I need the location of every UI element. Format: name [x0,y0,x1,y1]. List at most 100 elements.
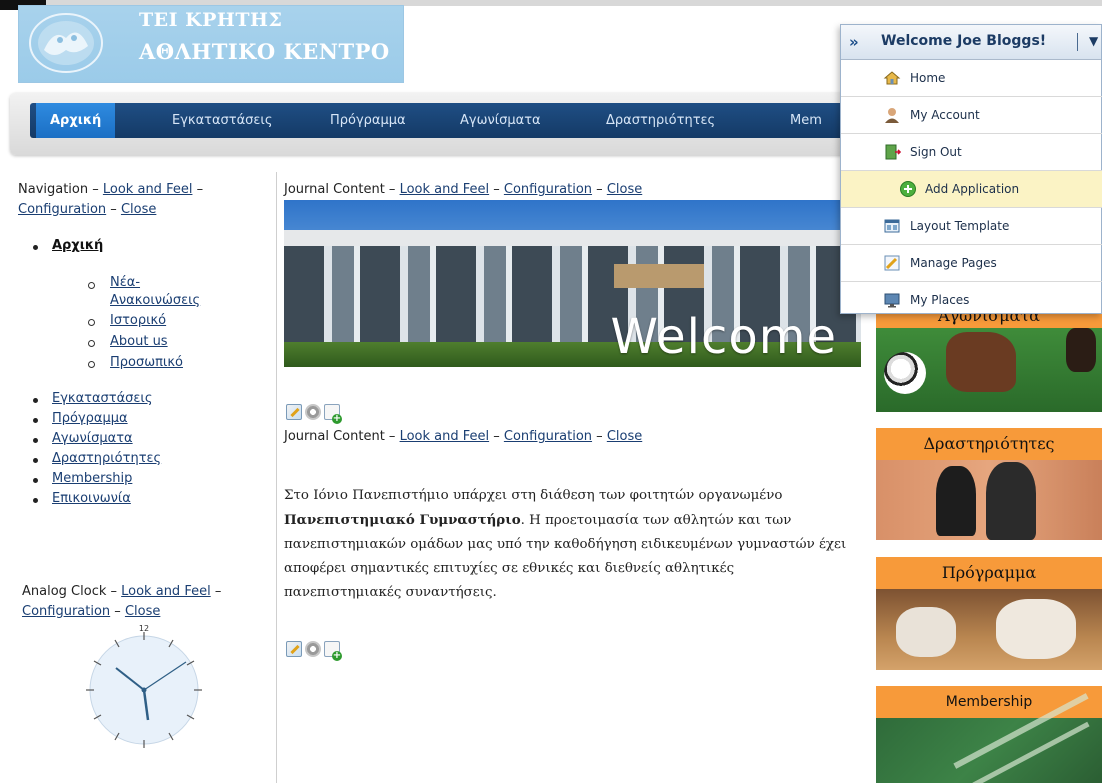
circle-bullet-icon [88,340,95,347]
portlet-name: Journal Content [284,182,385,197]
nav-item-facilities[interactable]: Εγκαταστάσεις [172,103,272,138]
dropdown-arrow-icon[interactable]: ▼ [1089,34,1098,48]
dock-item-home[interactable]: Home [841,60,1102,97]
building-wood-panel [614,264,704,288]
article-bold: Πανεπιστημιακό Γυμναστήριο [284,512,521,528]
building-roof [284,230,861,246]
pages-icon [884,255,900,271]
look-and-feel-link[interactable]: Look and Feel [400,429,490,444]
circle-bullet-icon [88,361,95,368]
portlet-2-toolbar [286,641,342,661]
nav-item-activities[interactable]: Δραστηριότητες [606,103,715,138]
close-link[interactable]: Close [607,429,642,444]
configuration-link[interactable]: Configuration [18,202,106,217]
gear-icon[interactable] [305,641,321,657]
nav-item-schedule[interactable]: Πρόγραμμα [330,103,406,138]
right-block-activities[interactable]: Δραστηριότητες [876,428,1102,540]
bullet-icon [33,478,38,483]
close-link[interactable]: Close [125,604,160,619]
bullet-icon [33,458,38,463]
portlet-name: Journal Content [284,429,385,444]
tree-item-membership[interactable]: Membership [52,471,132,486]
configuration-link[interactable]: Configuration [22,604,110,619]
portlet-1-toolbar [286,404,342,424]
home-icon [883,71,901,85]
journal-portlet-2-title: Journal Content – Look and Feel – Config… [284,429,643,444]
dock-header[interactable]: » Welcome Joe Bloggs! ▼ [841,25,1101,60]
tree-item-news-cont[interactable]: Ανακοινώσεις [110,293,200,308]
tree-item-contact[interactable]: Επικοινωνία [52,491,131,506]
dock-item-label: My Places [910,293,970,307]
close-link[interactable]: Close [607,182,642,197]
field-line-2 [972,721,1090,783]
add-page-icon[interactable] [324,641,342,661]
dock-item-label: Add Application [925,182,1020,196]
player-leg-2 [1066,328,1096,372]
look-and-feel-link[interactable]: Look and Feel [400,182,490,197]
right-block-membership[interactable]: Membership [876,686,1102,783]
analog-clock: 12 [86,624,202,748]
dock-separator [1077,33,1078,51]
dock-item-label: Layout Template [910,219,1010,233]
article-text: Στο Ιόνιο Πανεπιστήμιο υπάρχει στη διάθε… [284,484,849,605]
add-page-icon[interactable] [324,404,342,424]
dance-image [876,460,1102,540]
soccer-ball-icon [884,352,926,394]
dock-item-add-application[interactable]: Add Application [841,171,1102,208]
journal-portlet-1-title: Journal Content – Look and Feel – Config… [284,182,643,197]
main-nav-container: Αρχική Εγκαταστάσεις Πρόγραμμα Αγωνίσματ… [10,93,890,155]
dock-item-my-account[interactable]: My Account [841,97,1102,134]
bullet-icon [33,418,38,423]
tree-item-staff[interactable]: Προσωπικό [110,355,183,370]
tree-item-sports[interactable]: Αγωνίσματα [52,431,133,446]
page: ΤΕΙ ΚΡΗΤΗΣ ΑΘΛΗΤΙΚΟ ΚΕΝΤΡΟ Αρχική Εγκατα… [0,0,1102,783]
dock-item-my-places[interactable]: My Places [841,282,1102,319]
dock-welcome-text: Welcome Joe Bloggs! [881,33,1047,49]
bullet-icon [33,498,38,503]
tree-item-home[interactable]: Αρχική [52,238,103,253]
right-block-schedule[interactable]: Πρόγραμμα [876,557,1102,670]
configuration-link[interactable]: Configuration [504,182,592,197]
navigation-portlet: Navigation – Look and Feel – Configurati… [18,180,274,220]
tree-item-history[interactable]: Ιστορικό [110,313,166,328]
welcome-banner-image: Welcome [284,200,861,367]
gear-icon[interactable] [305,404,321,420]
site-logo[interactable]: ΤΕΙ ΚΡΗΤΗΣ ΑΘΛΗΤΙΚΟ ΚΕΝΤΡΟ [18,5,404,83]
nav-item-home[interactable]: Αρχική [36,103,116,138]
right-block-title: Δραστηριότητες [876,428,1102,460]
edit-icon[interactable] [286,641,302,657]
nav-item-sports[interactable]: Αγωνίσματα [460,103,541,138]
bullet-icon [33,398,38,403]
portlet-name: Analog Clock [22,584,107,599]
dock-item-label: My Account [910,108,980,122]
dancer-2 [986,462,1036,540]
tree-item-schedule[interactable]: Πρόγραμμα [52,411,128,426]
membership-image [876,693,1102,783]
bullet-icon [33,245,38,250]
player-leg [946,332,1016,392]
dock-item-layout-template[interactable]: Layout Template [841,208,1102,245]
monitor-icon [884,293,900,308]
dock-item-sign-out[interactable]: Sign Out [841,134,1102,171]
look-and-feel-link[interactable]: Look and Feel [103,182,193,197]
circle-bullet-icon [88,319,95,326]
navigation-portlet-title: Navigation – Look and Feel – Configurati… [18,182,204,217]
main-nav: Αρχική Εγκαταστάσεις Πρόγραμμα Αγωνίσματ… [30,103,880,138]
dock-item-label: Sign Out [910,145,962,159]
tree-item-news[interactable]: Νέα- [110,275,140,290]
tree-item-facilities[interactable]: Εγκαταστάσεις [52,391,152,406]
nav-item-membership[interactable]: Mem [790,103,822,138]
article-part-1: Στο Ιόνιο Πανεπιστήμιο υπάρχει στη διάθε… [284,488,783,503]
user-dock-menu: » Welcome Joe Bloggs! ▼ Home My Account … [840,24,1102,314]
edit-icon[interactable] [286,404,302,420]
configuration-link[interactable]: Configuration [504,429,592,444]
close-link[interactable]: Close [121,202,156,217]
tree-item-about[interactable]: About us [110,334,168,349]
double-chevron-icon[interactable]: » [849,33,859,51]
tree-item-activities[interactable]: Δραστηριότητες [52,451,161,466]
user-icon [885,108,899,123]
circle-bullet-icon [88,282,95,289]
dock-item-manage-pages[interactable]: Manage Pages [841,245,1102,282]
dock-item-label: Manage Pages [910,256,997,270]
look-and-feel-link[interactable]: Look and Feel [121,584,211,599]
